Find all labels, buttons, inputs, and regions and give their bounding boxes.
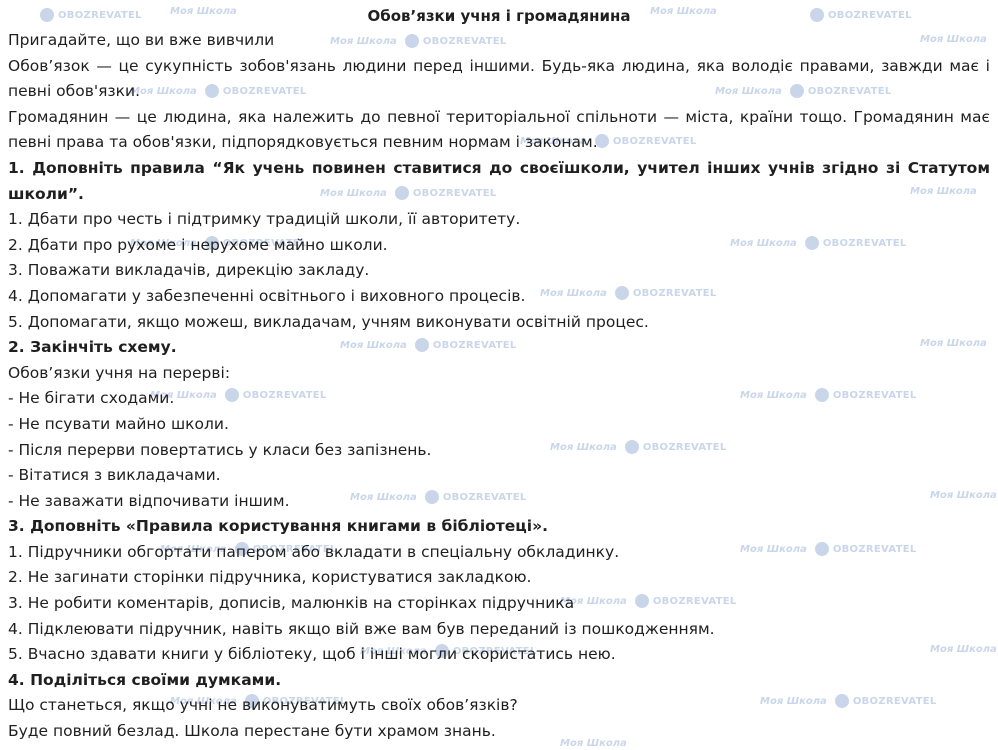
task3-heading: 3. Доповніть «Правила користування книга… — [8, 517, 548, 536]
page-title: Обов’язки учня і громадянина — [367, 7, 631, 25]
task1-item: 2. Дбати про рухоме і нерухоме майно шко… — [8, 235, 388, 254]
intro-text: Пригадайте, що ви вже вивчили — [8, 31, 275, 49]
task2-item: - Не псувати майно школи. — [8, 414, 229, 433]
task2-item: - Вітатися з викладачами. — [8, 466, 221, 485]
task3-item: 2. Не загинати сторінки підручника, кори… — [8, 568, 532, 587]
task1-item: 4. Допомагати у забезпеченні освітнього … — [8, 286, 526, 305]
task1-item: 3. Поважати викладачів, дирекцію закладу… — [8, 261, 370, 280]
task1-heading: 1. Доповніть правила “Як учень повинен с… — [8, 158, 990, 203]
task3-item: 5. Вчасно здавати книги у бібліотеку, що… — [8, 645, 616, 664]
task1-item: 1. Дбати про честь і підтримку традицій … — [8, 210, 521, 229]
task1-item: 5. Допомагати, якщо можеш, викладачам, у… — [8, 312, 649, 331]
task2-item: - Після перерви повертатись у класи без … — [8, 440, 432, 459]
task4-answer: Буде повний безлад. Школа перестане бути… — [8, 722, 496, 741]
document-body: Обов’язки учня і громадянина Пригадайте,… — [0, 0, 998, 745]
task3-item: 4. Підклеювати підручник, навіть якщо ві… — [8, 619, 715, 638]
task4-question: Що станеться, якщо учні не виконуватимут… — [8, 696, 518, 715]
task3-item: 3. Не робити коментарів, дописів, малюнк… — [8, 594, 575, 613]
task3-item: 1. Підручники обгортати папером або вкла… — [8, 542, 620, 561]
task2-item: - Не заважати відпочивати іншим. — [8, 491, 290, 510]
definition-citizen: Громадянин — це людина, яка належить до … — [8, 107, 990, 152]
task2-heading: 2. Закінчіть схему. — [8, 338, 177, 357]
task2-subheading: Обов’язки учня на перерві: — [8, 363, 231, 382]
task2-item: - Не бігати сходами. — [8, 389, 175, 408]
definition-duty: Обов’язок — це сукупність зобов'язань лю… — [8, 56, 990, 101]
task4-heading: 4. Поділіться своїми думками. — [8, 670, 282, 689]
